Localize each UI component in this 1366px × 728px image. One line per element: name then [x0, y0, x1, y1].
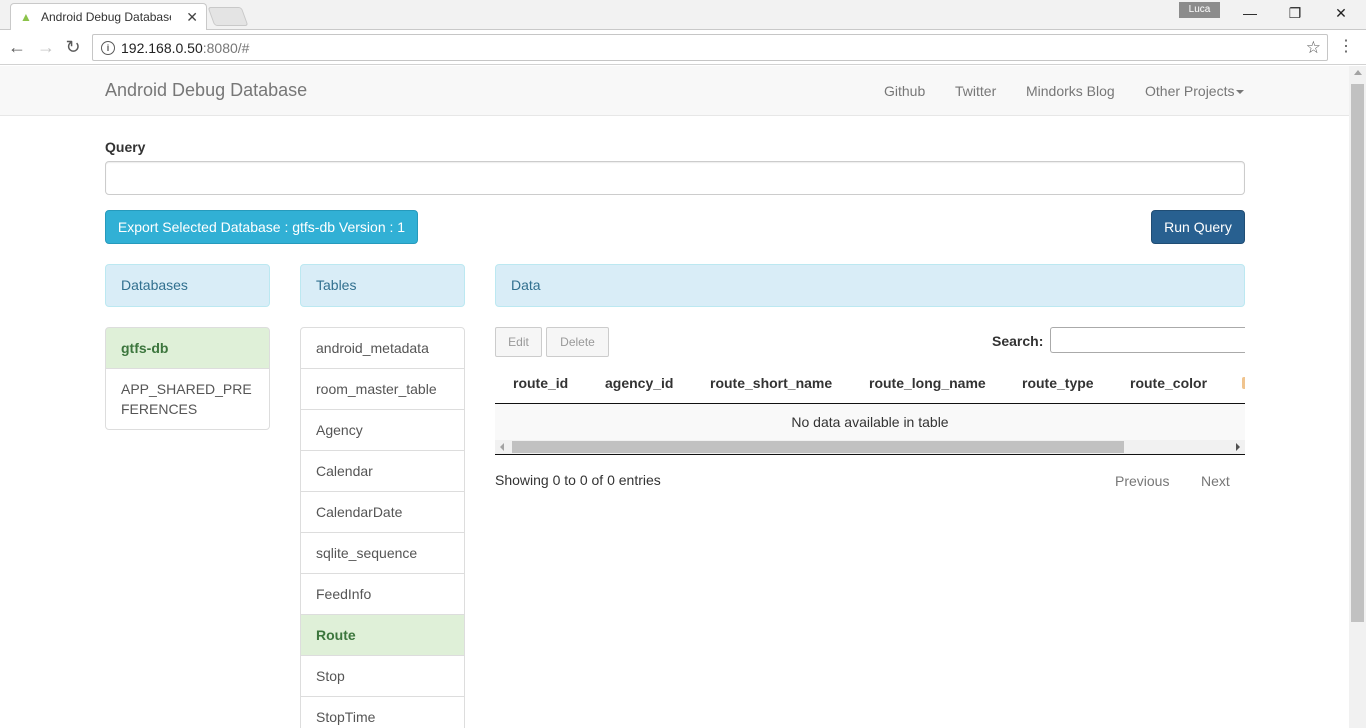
previous-page-button[interactable]: Previous: [1115, 473, 1169, 489]
databases-heading: Databases: [105, 264, 270, 307]
table-item-feedinfo[interactable]: FeedInfo: [300, 573, 465, 615]
table-item-calendar[interactable]: Calendar: [300, 450, 465, 492]
address-bar: ← → ↻ i 192.168.0.50:8080/# ☆ ⋮: [0, 30, 1366, 65]
table-item-route[interactable]: Route: [300, 614, 465, 656]
nav-link-mindorks-blog[interactable]: Mindorks Blog: [1026, 83, 1115, 99]
forward-arrow-icon[interactable]: →: [35, 36, 57, 58]
caret-down-icon: [1236, 90, 1245, 95]
search-label: Search:: [992, 333, 1044, 349]
tables-list: android_metadata room_master_table Agenc…: [300, 327, 465, 728]
tables-heading: Tables: [300, 264, 465, 307]
url-host: 192.168.0.50: [121, 39, 203, 56]
profile-badge[interactable]: Luca: [1179, 2, 1220, 18]
window-close-icon[interactable]: ✕: [1330, 3, 1352, 23]
table-item-stoptime[interactable]: StopTime: [300, 696, 465, 728]
browser-tab[interactable]: ▲ Android Debug Database ✕: [10, 3, 207, 30]
vertical-scrollbar[interactable]: [1349, 66, 1366, 728]
scroll-right-icon[interactable]: [1236, 443, 1240, 451]
tab-title: Android Debug Database: [41, 10, 171, 24]
vertical-scroll-thumb[interactable]: [1351, 84, 1364, 622]
back-arrow-icon[interactable]: ←: [6, 36, 28, 58]
url-input[interactable]: i 192.168.0.50:8080/# ☆: [92, 34, 1328, 61]
sort-icon: [1242, 377, 1245, 389]
table-item-android-metadata[interactable]: android_metadata: [300, 327, 465, 369]
data-table: route_id agency_id route_short_name rout…: [495, 363, 1245, 458]
run-query-button[interactable]: Run Query: [1151, 210, 1245, 244]
nav-dropdown-label: Other Projects: [1145, 83, 1235, 99]
restore-icon[interactable]: ❐: [1284, 3, 1306, 23]
column-header-route-id[interactable]: route_id: [513, 375, 568, 391]
database-item-gtfs-db[interactable]: gtfs-db: [105, 327, 270, 369]
navbar-brand[interactable]: Android Debug Database: [105, 80, 307, 101]
browser-tabstrip: ▲ Android Debug Database ✕ Luca — ❐ ✕: [0, 0, 1366, 30]
url-port-path: :8080/#: [202, 39, 250, 56]
reload-icon[interactable]: ↻: [62, 36, 84, 58]
table-item-calendardate[interactable]: CalendarDate: [300, 491, 465, 533]
column-header-agency-id[interactable]: agency_id: [605, 375, 673, 391]
database-item-app-shared-preferences[interactable]: APP_SHARED_PREFERENCES: [105, 368, 270, 430]
nav-link-twitter[interactable]: Twitter: [955, 83, 996, 99]
scroll-left-icon[interactable]: [500, 443, 504, 451]
nav-dropdown-other-projects[interactable]: Other Projects: [1145, 83, 1245, 99]
databases-list: gtfs-db APP_SHARED_PREFERENCES: [105, 327, 270, 430]
top-navbar: Android Debug Database Github Twitter Mi…: [0, 66, 1349, 116]
edit-button[interactable]: Edit: [495, 327, 542, 357]
table-item-sqlite-sequence[interactable]: sqlite_sequence: [300, 532, 465, 574]
table-empty-row: No data available in table: [495, 404, 1245, 440]
query-label: Query: [105, 139, 146, 155]
query-input[interactable]: [105, 161, 1245, 195]
table-item-agency[interactable]: Agency: [300, 409, 465, 451]
next-page-button[interactable]: Next: [1201, 473, 1230, 489]
table-bottom-border: [495, 454, 1245, 455]
export-database-button[interactable]: Export Selected Database : gtfs-db Versi…: [105, 210, 418, 244]
nav-link-github[interactable]: Github: [884, 83, 925, 99]
close-icon[interactable]: ✕: [186, 9, 198, 26]
delete-button[interactable]: Delete: [546, 327, 609, 357]
kebab-menu-icon[interactable]: ⋮: [1338, 38, 1354, 56]
table-item-room-master-table[interactable]: room_master_table: [300, 368, 465, 410]
horizontal-scrollbar[interactable]: [495, 440, 1245, 454]
minimize-icon[interactable]: —: [1239, 3, 1261, 23]
scroll-up-icon[interactable]: [1354, 70, 1362, 75]
table-info: Showing 0 to 0 of 0 entries: [495, 472, 661, 488]
info-icon[interactable]: i: [101, 40, 115, 55]
column-header-route-type[interactable]: route_type: [1022, 375, 1094, 391]
column-header-route-color[interactable]: route_color: [1130, 375, 1207, 391]
star-icon[interactable]: ☆: [1306, 38, 1321, 58]
data-heading: Data: [495, 264, 1245, 307]
column-header-route-long-name[interactable]: route_long_name: [869, 375, 986, 391]
page-viewport: Android Debug Database Github Twitter Mi…: [0, 66, 1349, 728]
table-item-stop[interactable]: Stop: [300, 655, 465, 697]
android-icon: ▲: [20, 10, 32, 24]
new-tab-button[interactable]: [207, 7, 249, 26]
horizontal-scroll-thumb[interactable]: [512, 441, 1124, 453]
table-header-row: route_id agency_id route_short_name rout…: [495, 363, 1245, 404]
search-input[interactable]: [1050, 327, 1245, 353]
column-header-route-short-name[interactable]: route_short_name: [710, 375, 832, 391]
